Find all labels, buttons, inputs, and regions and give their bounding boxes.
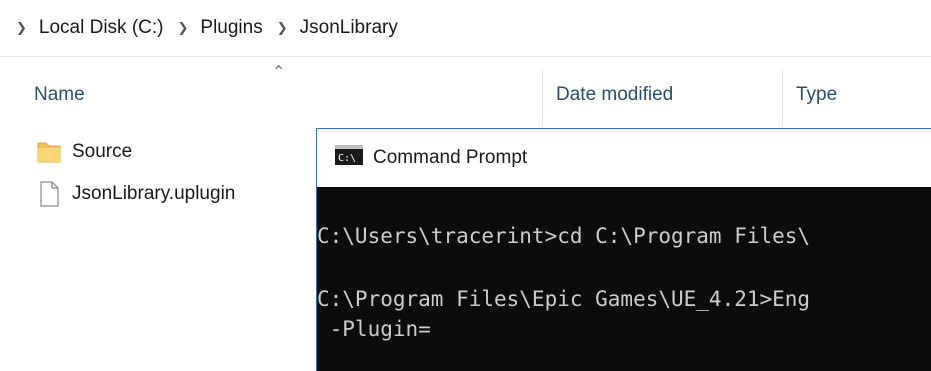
svg-text:C:\: C:\ [338,153,356,164]
chevron-right-icon[interactable]: ❯ [177,20,188,36]
command-prompt-title-bar[interactable]: C:\ Command Prompt [317,129,931,187]
list-item-jsonlibrary-uplugin[interactable]: JsonLibrary.uplugin [34,176,235,212]
list-item-source[interactable]: Source [34,134,132,170]
breadcrumb-jsonlibrary[interactable]: JsonLibrary [300,17,398,39]
chevron-right-icon[interactable]: ❯ [277,20,288,36]
console-line: C:\Users\tracerint>cd C:\Program Files\ [317,224,811,248]
column-divider[interactable] [782,70,783,126]
console-line: -Plugin= [317,317,431,341]
column-header-name[interactable]: Name [34,60,542,130]
window-title: Command Prompt [373,147,528,168]
console-output[interactable]: C:\Users\tracerint>cd C:\Program Files\ … [317,187,931,341]
chevron-right-icon[interactable]: ❯ [16,20,27,36]
column-header-row: ⌃ Name Date modified Type [0,60,931,130]
file-icon [34,179,64,209]
breadcrumb-plugins[interactable]: Plugins [200,17,262,39]
folder-icon [34,137,64,167]
column-divider[interactable] [542,70,543,126]
column-header-date-modified[interactable]: Date modified [556,60,782,130]
console-icon: C:\ [335,145,363,171]
command-prompt-window[interactable]: C:\ Command Prompt C:\Users\tracerint>cd… [316,128,931,371]
column-header-type[interactable]: Type [796,60,931,130]
file-name: Source [72,141,133,162]
breadcrumb-local-disk[interactable]: Local Disk (C:) [39,17,164,39]
file-name: JsonLibrary.uplugin [72,183,236,204]
breadcrumb: ❯ Local Disk (C:) ❯ Plugins ❯ JsonLibrar… [0,0,931,57]
console-line: C:\Program Files\Epic Games\UE_4.21>Eng [317,287,811,311]
